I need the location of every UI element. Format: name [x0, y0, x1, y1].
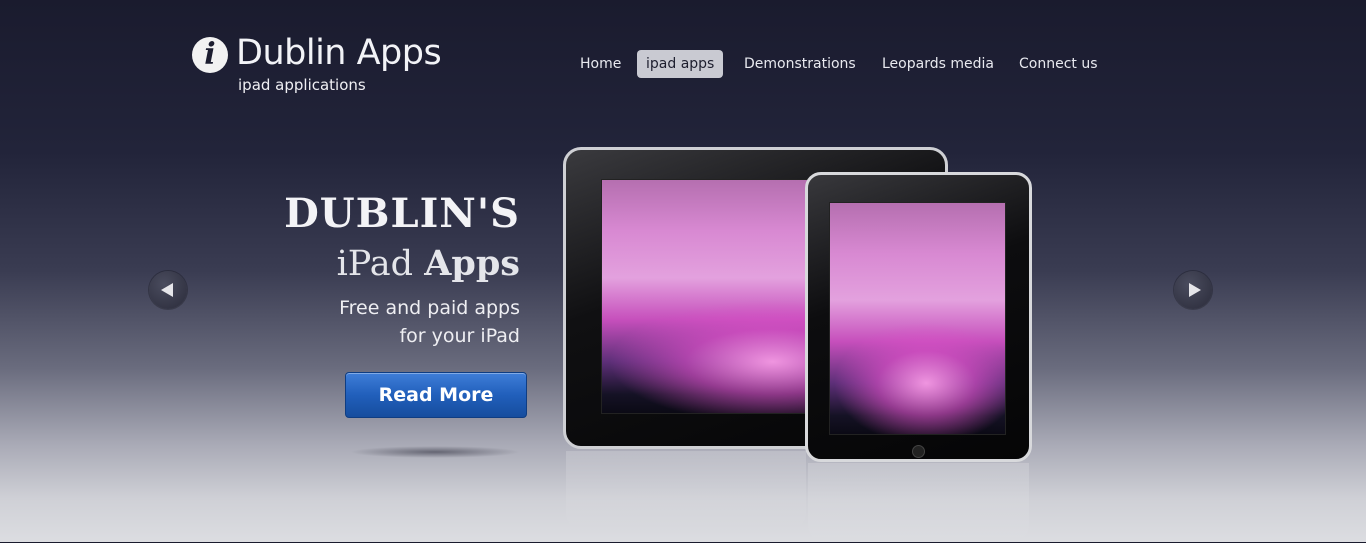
- logo-icon: i: [192, 37, 228, 73]
- read-more-button[interactable]: Read More: [345, 372, 527, 418]
- ipad-portrait-reflection: [808, 463, 1029, 543]
- hero-description-line2: for your iPad: [399, 325, 520, 347]
- hero-subheadline-light: iPad: [336, 244, 414, 284]
- ipad-portrait-screen: [829, 202, 1006, 435]
- nav-item-home[interactable]: Home: [580, 50, 621, 78]
- arrow-right-icon: [1188, 283, 1201, 297]
- carousel-prev-button[interactable]: [149, 271, 187, 309]
- hero-text: DUBLIN'S iPad Apps Free and paid apps fo…: [284, 190, 520, 350]
- site-subtitle: ipad applications: [238, 76, 366, 94]
- site-title: Dublin Apps: [236, 33, 442, 73]
- nav-item-demonstrations[interactable]: Demonstrations: [744, 50, 856, 78]
- home-button-icon: [912, 445, 925, 458]
- hero-headline: DUBLIN'S: [284, 190, 520, 237]
- hero-subheadline: iPad Apps: [284, 240, 520, 288]
- arrow-left-icon: [160, 283, 173, 297]
- hero-subheadline-bold: Apps: [424, 243, 520, 284]
- carousel-next-button[interactable]: [1174, 271, 1212, 309]
- nav-item-ipad-apps[interactable]: ipad apps: [637, 50, 724, 78]
- button-shadow: [350, 446, 520, 458]
- ipad-portrait-image: [805, 172, 1032, 462]
- hero-description-line1: Free and paid apps: [339, 297, 520, 319]
- nav-item-connect-us[interactable]: Connect us: [1019, 50, 1098, 78]
- ipad-landscape-reflection: [566, 451, 806, 531]
- nav-item-leopards-media[interactable]: Leopards media: [882, 50, 994, 78]
